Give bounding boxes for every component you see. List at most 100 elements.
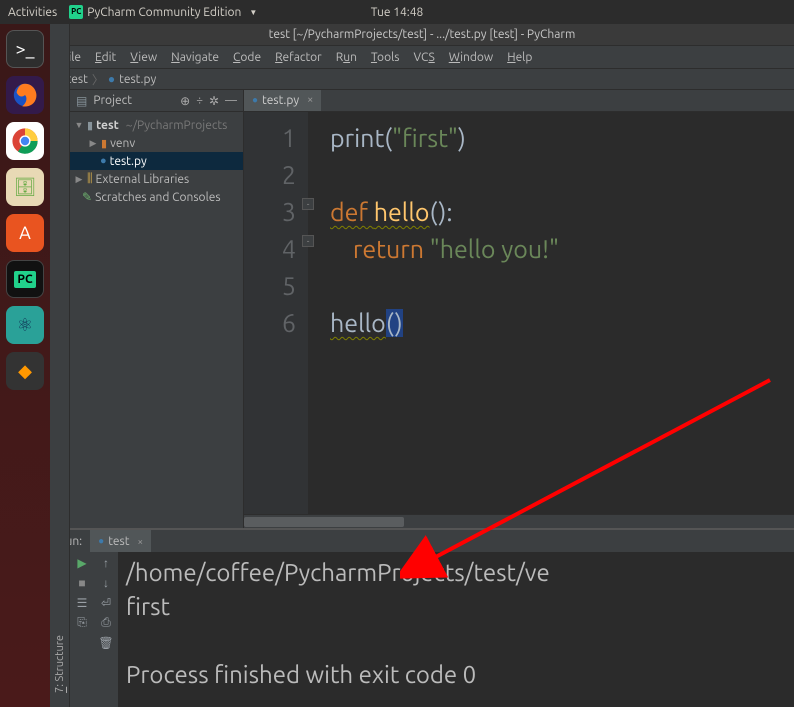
menu-run[interactable]: Run bbox=[330, 49, 363, 66]
close-tab-icon[interactable]: × bbox=[307, 94, 313, 106]
tree-testpy[interactable]: ● test.py bbox=[70, 152, 243, 170]
expand-icon[interactable]: ▶ bbox=[88, 138, 98, 149]
files-icon[interactable]: 🗄 bbox=[6, 168, 44, 206]
layout-icon[interactable]: ☰ bbox=[77, 596, 88, 610]
chrome-icon[interactable] bbox=[6, 122, 44, 160]
menu-navigate[interactable]: Navigate bbox=[165, 49, 225, 66]
close-tab-icon[interactable]: × bbox=[137, 536, 143, 547]
down-icon[interactable]: ↓ bbox=[103, 576, 109, 590]
run-tab[interactable]: ● test × bbox=[90, 530, 151, 552]
firefox-icon[interactable] bbox=[6, 76, 44, 114]
run-body: 7: Structure ▶ ■ ☰ ⎘ ↑ ↓ ⏎ ⎙ 🗑 /home/cof… bbox=[50, 552, 794, 707]
folder-icon: ▮ bbox=[101, 137, 107, 150]
tree-root-label: test bbox=[96, 119, 119, 132]
editor-tab-label: test.py bbox=[262, 94, 299, 107]
tree-root[interactable]: ▼ ▮ test ~/PycharmProjects bbox=[70, 116, 243, 134]
pycharm-launcher-icon[interactable]: PC bbox=[6, 260, 44, 298]
run-tab-label: test bbox=[108, 535, 129, 548]
structure-tab-label: 7: Structure bbox=[54, 635, 66, 693]
code-token: return bbox=[353, 235, 430, 263]
tree-ext-libs[interactable]: ▶ ⫼ External Libraries bbox=[70, 170, 243, 188]
code-token: print bbox=[330, 124, 384, 152]
software-icon[interactable]: A bbox=[6, 214, 44, 252]
menu-vcs[interactable]: VCS bbox=[407, 49, 440, 66]
menu-window[interactable]: Window bbox=[443, 49, 499, 66]
pycharm-icon: PC bbox=[69, 5, 83, 19]
project-tree: ▼ ▮ test ~/PycharmProjects ▶ ▮ venv ● te… bbox=[70, 112, 243, 210]
code-token: hello bbox=[330, 309, 386, 337]
atom-icon[interactable]: ⚛ bbox=[6, 306, 44, 344]
python-file-icon: ● bbox=[108, 72, 115, 86]
run-panel: Run: ● test × 7: Structure ▶ ■ ☰ ⎘ ↑ bbox=[50, 528, 794, 707]
line-number: 1 bbox=[244, 120, 296, 157]
structure-tool-tab[interactable]: 7: Structure bbox=[50, 552, 70, 707]
up-icon[interactable]: ↑ bbox=[103, 556, 109, 570]
code-content[interactable]: print("first") def hello(): return "hell… bbox=[308, 112, 559, 514]
tree-ext-libs-label: External Libraries bbox=[96, 173, 190, 186]
fold-icon[interactable]: - bbox=[302, 198, 314, 210]
collapse-icon[interactable]: ÷ bbox=[196, 94, 203, 107]
menu-view[interactable]: View bbox=[124, 49, 163, 66]
menu-refactor[interactable]: Refactor bbox=[269, 49, 328, 66]
python-file-icon: ● bbox=[252, 94, 258, 106]
app-menu[interactable]: PC PyCharm Community Edition ▼ bbox=[69, 5, 257, 19]
line-number: 4 bbox=[244, 231, 296, 268]
line-gutter: 1 2 3 4 5 6 bbox=[244, 112, 308, 514]
run-toolbar: ▶ ■ ☰ ⎘ ↑ ↓ ⏎ ⎙ 🗑 bbox=[70, 552, 118, 707]
code-token: "hello you!" bbox=[430, 235, 559, 263]
project-panel: ▤ Project ⊕ ÷ ✲ — ▼ ▮ test ~/PycharmProj… bbox=[70, 90, 244, 528]
tree-scratches-label: Scratches and Consoles bbox=[95, 191, 221, 204]
menu-edit[interactable]: Edit bbox=[89, 49, 122, 66]
code-token: "first" bbox=[392, 124, 458, 152]
console-line: first bbox=[126, 593, 170, 620]
editor-tabs: ● test.py × bbox=[244, 90, 794, 112]
scratches-icon: ✎ bbox=[82, 190, 92, 204]
code-token: hello bbox=[374, 198, 430, 226]
line-number: 2 bbox=[244, 157, 296, 194]
activities-button[interactable]: Activities bbox=[8, 6, 57, 19]
breadcrumb-file[interactable]: test.py bbox=[119, 73, 156, 86]
stop-icon[interactable]: ■ bbox=[78, 576, 85, 590]
menu-help[interactable]: Help bbox=[501, 49, 538, 66]
gear-icon[interactable]: ✲ bbox=[209, 94, 219, 108]
project-panel-title: Project bbox=[93, 94, 132, 107]
line-number: 5 bbox=[244, 268, 296, 305]
scrollbar-thumb[interactable] bbox=[244, 517, 404, 527]
os-top-bar: Activities PC PyCharm Community Edition … bbox=[0, 0, 794, 24]
line-number: 6 bbox=[244, 305, 296, 342]
console-line: /home/coffee/PycharmProjects/test/ve bbox=[126, 559, 550, 586]
launcher-dock: >_ 🗄 A PC ⚛ ◆ bbox=[0, 24, 50, 707]
console-output[interactable]: /home/coffee/PycharmProjects/test/ve fir… bbox=[118, 552, 794, 707]
expand-icon[interactable]: ▶ bbox=[74, 174, 84, 185]
menu-tools[interactable]: Tools bbox=[365, 49, 406, 66]
project-panel-icon: ▤ bbox=[76, 94, 87, 108]
tree-scratches[interactable]: ✎ Scratches and Consoles bbox=[70, 188, 243, 206]
breadcrumb-bar: ▮ test 〉 ● test.py bbox=[50, 68, 794, 90]
code-token: (): bbox=[430, 198, 453, 226]
target-icon[interactable]: ⊕ bbox=[180, 94, 190, 108]
code-token: def bbox=[330, 198, 374, 226]
breadcrumb-separator: 〉 bbox=[92, 71, 104, 88]
folder-icon: ▮ bbox=[87, 119, 93, 132]
tree-venv-label: venv bbox=[110, 137, 135, 150]
code-editor[interactable]: 1 2 3 4 5 6 - - print("first") def hello… bbox=[244, 112, 794, 514]
clock[interactable]: Tue 14:48 bbox=[371, 6, 424, 19]
rerun-icon[interactable]: ▶ bbox=[77, 556, 86, 570]
wrap-icon[interactable]: ⏎ bbox=[101, 596, 111, 610]
print-icon[interactable]: ⎙ bbox=[101, 616, 111, 630]
menu-bar: File Edit View Navigate Code Refactor Ru… bbox=[50, 46, 794, 68]
tree-venv[interactable]: ▶ ▮ venv bbox=[70, 134, 243, 152]
terminal-icon[interactable]: >_ bbox=[6, 30, 44, 68]
sublime-icon[interactable]: ◆ bbox=[6, 352, 44, 390]
console-line: Process finished with exit code 0 bbox=[126, 661, 476, 688]
tree-root-path: ~/PycharmProjects bbox=[126, 119, 228, 132]
trash-icon[interactable]: 🗑 bbox=[98, 636, 113, 650]
menu-code[interactable]: Code bbox=[227, 49, 267, 66]
editor-tab-testpy[interactable]: ● test.py × bbox=[244, 90, 321, 111]
fold-icon[interactable]: - bbox=[302, 235, 314, 247]
editor-h-scrollbar[interactable] bbox=[244, 514, 794, 528]
hide-icon[interactable]: — bbox=[225, 94, 237, 107]
expand-icon[interactable]: ▼ bbox=[74, 120, 84, 130]
python-file-icon: ● bbox=[98, 535, 104, 547]
pin-icon[interactable]: ⎘ bbox=[77, 616, 87, 630]
